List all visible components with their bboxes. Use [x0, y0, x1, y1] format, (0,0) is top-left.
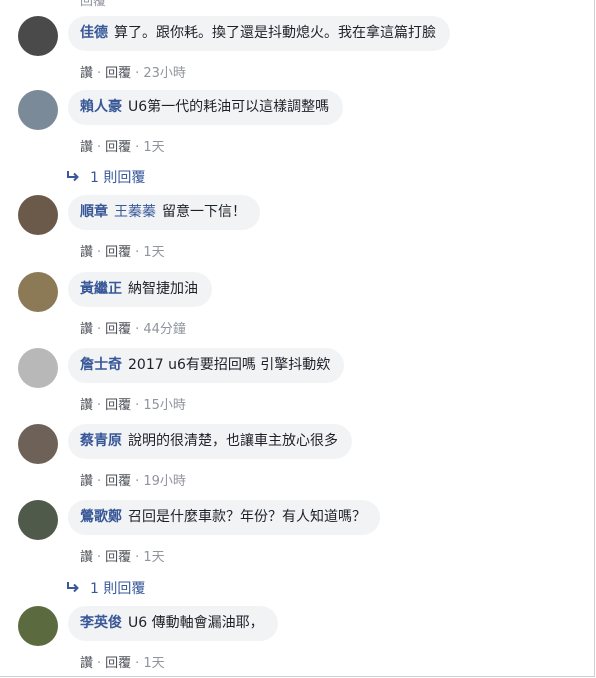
replies-count-label[interactable]: 1 則回覆	[90, 170, 145, 186]
reply-link[interactable]: 回覆	[105, 245, 131, 260]
like-link[interactable]: 讚	[80, 398, 93, 413]
avatar[interactable]	[18, 272, 58, 312]
reply-link[interactable]: 回覆	[105, 322, 131, 337]
comment-time[interactable]: 44分鐘	[143, 322, 186, 337]
comment-text: U6第一代的耗油可以這樣調整嗎	[128, 99, 330, 115]
like-link[interactable]: 讚	[80, 550, 93, 565]
avatar[interactable]	[18, 90, 58, 130]
comment-text: 召回是什麼車款？年份？有人知道嗎？	[128, 509, 366, 525]
reply-link[interactable]: 回覆	[105, 656, 131, 671]
comment-bubble: 李英俊 U6 傳動軸會漏油耶，	[68, 606, 278, 641]
comment-actions: 讚 · 回覆 · 1天	[80, 245, 165, 260]
comment-author[interactable]: 鶯歌鄭	[80, 509, 122, 525]
comment-author[interactable]: 詹士奇	[80, 357, 122, 373]
comment-bubble: 順章 王蓁蓁 留意一下信！	[68, 195, 260, 230]
comment-actions: 讚 · 回覆 · 1天	[80, 140, 165, 155]
comment-text: U6 傳動軸會漏油耶，	[128, 615, 264, 631]
comment-actions: 讚 · 回覆 · 23小時	[80, 66, 186, 81]
comment-time[interactable]: 1天	[143, 245, 164, 260]
comment-text: 納智捷加油	[128, 281, 198, 297]
reply-link[interactable]: 回覆	[105, 140, 131, 155]
mention-tag[interactable]: 王蓁蓁	[114, 204, 156, 220]
comment-actions: 讚 · 回覆 · 1天	[80, 550, 165, 565]
comment-panel: 回覆 佳德 算了。跟你耗。換了還是抖動熄火。我在拿這篇打臉 讚 · 回覆 · 23小時 賴…	[0, 0, 595, 677]
comment-time[interactable]: 23小時	[143, 66, 186, 81]
comment-actions: 讚 · 回覆 · 15小時	[80, 398, 186, 413]
comment-bubble: 黃繼正 納智捷加油	[68, 272, 212, 307]
avatar[interactable]	[18, 606, 58, 646]
like-link[interactable]: 讚	[80, 245, 93, 260]
like-link[interactable]: 讚	[80, 66, 93, 81]
reply-arrow-icon	[66, 581, 80, 597]
comment-time[interactable]: 1天	[143, 550, 164, 565]
comment-text: 留意一下信！	[162, 204, 246, 220]
comment-text: 說明的很清楚，也讓車主放心很多	[128, 433, 338, 449]
comment-actions: 讚 · 回覆 · 1天	[80, 656, 165, 671]
comment-author[interactable]: 順章	[80, 204, 108, 220]
avatar[interactable]	[18, 348, 58, 388]
comment-author[interactable]: 蔡青原	[80, 433, 122, 449]
comment-bubble: 蔡青原 說明的很清楚，也讓車主放心很多	[68, 424, 352, 459]
comment-text: 2017 u6有要招回嗎 引擎抖動欸	[128, 357, 331, 373]
reply-link[interactable]: 回覆	[105, 550, 131, 565]
avatar[interactable]	[18, 424, 58, 464]
comment-bubble: 詹士奇 2017 u6有要招回嗎 引擎抖動欸	[68, 348, 345, 383]
comment-bubble: 佳德 算了。跟你耗。換了還是抖動熄火。我在拿這篇打臉	[68, 16, 450, 51]
comment-author[interactable]: 賴人豪	[80, 99, 122, 115]
like-link[interactable]: 讚	[80, 322, 93, 337]
reply-arrow-icon	[66, 170, 80, 186]
comment-time[interactable]: 1天	[143, 656, 164, 671]
comment-text: 算了。跟你耗。換了還是抖動熄火。我在拿這篇打臉	[114, 25, 436, 41]
view-replies-link[interactable]: 1 則回覆	[66, 578, 145, 598]
replies-count-label[interactable]: 1 則回覆	[90, 581, 145, 597]
clipped-reply-link[interactable]: 回覆	[80, 0, 106, 9]
reply-link[interactable]: 回覆	[105, 474, 131, 489]
comment-time[interactable]: 15小時	[143, 398, 186, 413]
comment-author[interactable]: 黃繼正	[80, 281, 122, 297]
comment-author[interactable]: 李英俊	[80, 615, 122, 631]
view-replies-link[interactable]: 1 則回覆	[66, 167, 145, 187]
avatar[interactable]	[18, 500, 58, 540]
comment-time[interactable]: 1天	[143, 140, 164, 155]
comment-actions: 讚 · 回覆 · 19小時	[80, 474, 186, 489]
comment-bubble: 賴人豪 U6第一代的耗油可以這樣調整嗎	[68, 90, 344, 125]
reply-link[interactable]: 回覆	[105, 398, 131, 413]
comment-time[interactable]: 19小時	[143, 474, 186, 489]
avatar[interactable]	[18, 16, 58, 56]
avatar[interactable]	[18, 195, 58, 235]
comment-actions: 讚 · 回覆 · 44分鐘	[80, 322, 186, 337]
reply-link[interactable]: 回覆	[105, 66, 131, 81]
like-link[interactable]: 讚	[80, 656, 93, 671]
comment-author[interactable]: 佳德	[80, 25, 108, 41]
like-link[interactable]: 讚	[80, 474, 93, 489]
like-link[interactable]: 讚	[80, 140, 93, 155]
comment-bubble: 鶯歌鄭 召回是什麼車款？年份？有人知道嗎？	[68, 500, 380, 535]
